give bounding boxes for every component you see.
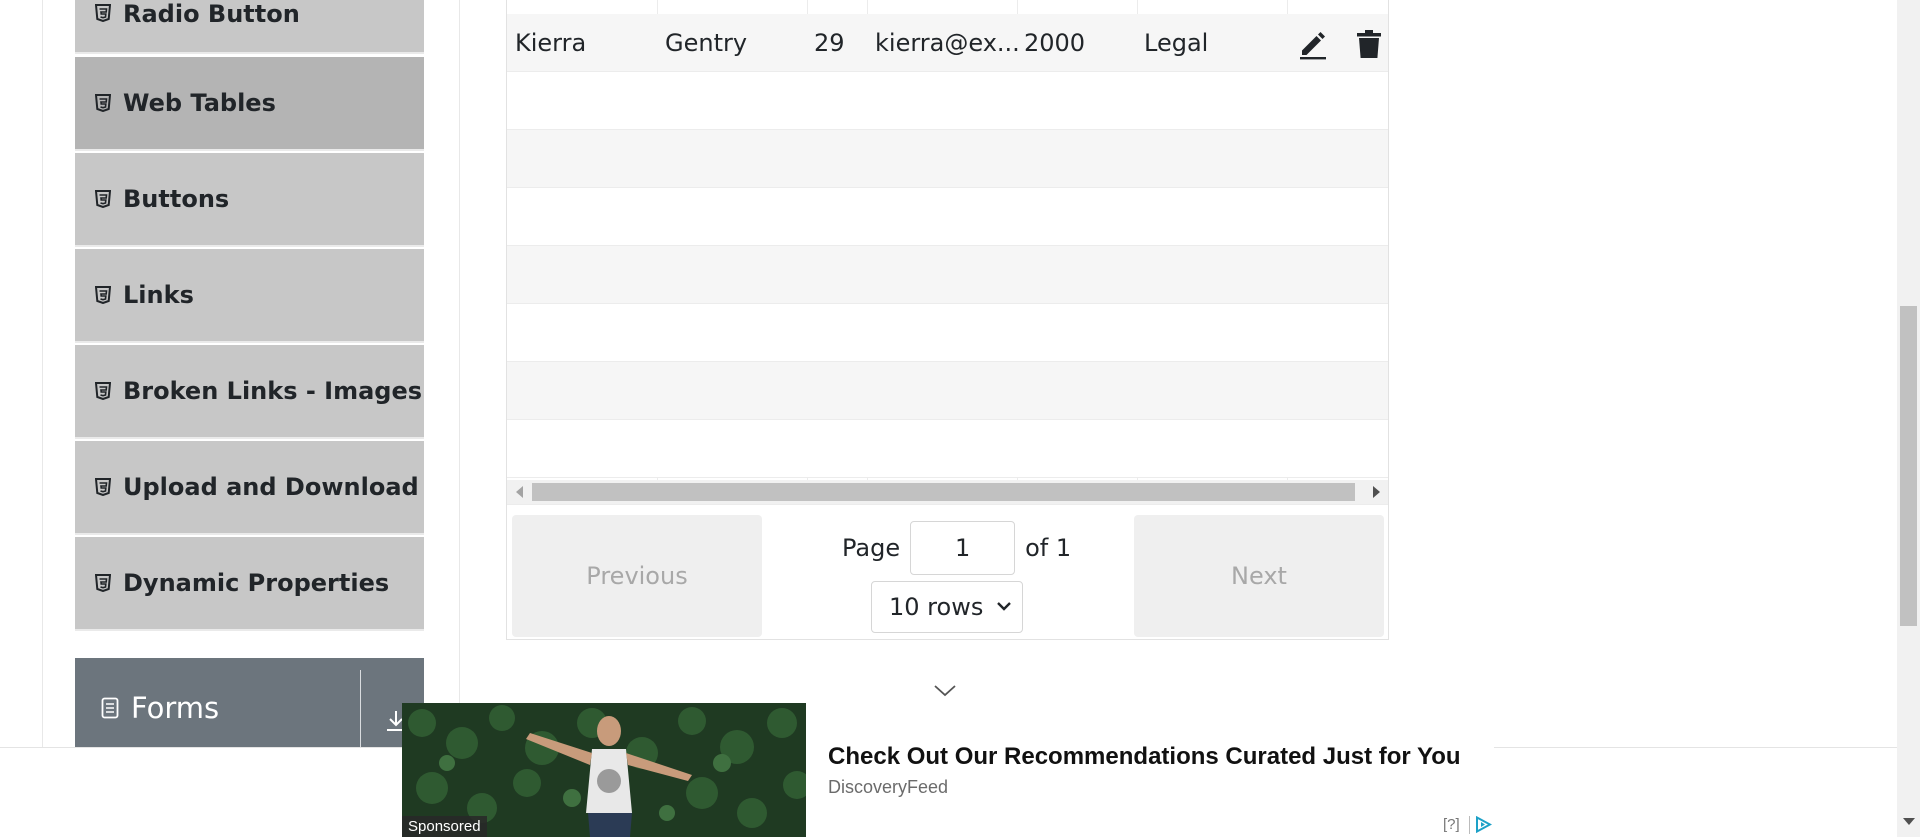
table-row-empty xyxy=(507,420,1388,478)
ad-help-link[interactable]: [?] xyxy=(1443,816,1460,833)
cell-salary: 2000 xyxy=(1024,29,1086,57)
sidebar-item-links[interactable]: Links xyxy=(75,249,424,343)
trash-icon[interactable] xyxy=(1353,28,1385,60)
sidebar-divider xyxy=(459,0,460,747)
html5-icon xyxy=(95,190,111,208)
page-info: Page of 1 xyxy=(842,521,1071,575)
chevron-down-icon[interactable] xyxy=(933,682,957,698)
cell-email: kierra@ex... xyxy=(875,29,1020,57)
sidebar-item-label: Links xyxy=(123,281,194,309)
page-vertical-scrollbar[interactable] xyxy=(1897,0,1920,837)
sidebar-item-dynamic-properties[interactable]: Dynamic Properties xyxy=(75,537,424,631)
group-header-label: Forms xyxy=(131,691,220,725)
table-row-empty xyxy=(507,362,1388,420)
group-header-forms[interactable]: Forms xyxy=(75,658,424,750)
web-table: Kierra Gentry 29 kierra@ex... 2000 Legal… xyxy=(506,0,1389,640)
table-horizontal-scrollbar[interactable] xyxy=(507,480,1388,504)
table-row-empty xyxy=(507,188,1388,246)
table-row: Kierra Gentry 29 kierra@ex... 2000 Legal xyxy=(507,14,1388,72)
scroll-right-arrow[interactable] xyxy=(1373,486,1380,498)
rows-per-page-value: 10 rows xyxy=(889,593,984,621)
html5-icon xyxy=(95,94,111,112)
ad-source[interactable]: DiscoveryFeed xyxy=(828,777,948,798)
html5-icon xyxy=(95,286,111,304)
sidebar-item-label: Buttons xyxy=(123,185,230,213)
html5-icon xyxy=(95,478,111,496)
table-row-empty xyxy=(507,246,1388,304)
table-row-empty xyxy=(507,72,1388,130)
sidebar-item-web-tables[interactable]: Web Tables xyxy=(75,57,424,151)
page-number-input[interactable] xyxy=(910,521,1016,575)
previous-button[interactable]: Previous xyxy=(512,515,762,637)
sidebar-item-upload-and-download[interactable]: Upload and Download xyxy=(75,441,424,535)
sponsored-label: Sponsored xyxy=(402,816,487,837)
document-icon xyxy=(101,697,119,719)
page-label: Page xyxy=(842,534,901,562)
cell-age: 29 xyxy=(814,29,845,57)
scrollbar-thumb[interactable] xyxy=(1900,306,1917,626)
adchoices-icon[interactable] xyxy=(1475,816,1492,833)
page-total-label: of 1 xyxy=(1025,534,1072,562)
sidebar-item-label: Upload and Download xyxy=(123,473,419,501)
group-header-divider xyxy=(360,670,361,750)
pagination-bar: Previous Page of 1 10 rows Next xyxy=(507,504,1388,639)
sponsored-ad[interactable]: Sponsored Check Out Our Recommendations … xyxy=(402,703,1494,837)
sidebar-item-label: Broken Links - Images xyxy=(123,377,423,405)
left-column-border xyxy=(42,0,43,747)
cell-department: Legal xyxy=(1144,29,1209,57)
sidebar-item-label: Web Tables xyxy=(123,89,276,117)
chevron-down-icon xyxy=(997,602,1011,611)
scroll-down-arrow[interactable] xyxy=(1903,818,1915,825)
ad-image[interactable]: Sponsored xyxy=(402,703,806,837)
rows-per-page-select[interactable]: 10 rows xyxy=(871,581,1023,633)
sidebar-item-buttons[interactable]: Buttons xyxy=(75,153,424,247)
table-row-empty xyxy=(507,304,1388,362)
ad-divider xyxy=(1469,816,1470,834)
scrollbar-thumb[interactable] xyxy=(532,483,1355,501)
pencil-icon[interactable] xyxy=(1297,28,1329,60)
cell-last-name: Gentry xyxy=(665,29,748,57)
sidebar-item-label: Radio Button xyxy=(123,0,300,28)
cell-first-name: Kierra xyxy=(515,29,587,57)
html5-icon xyxy=(95,574,111,592)
scroll-left-arrow[interactable] xyxy=(516,486,523,498)
sidebar-item-label: Dynamic Properties xyxy=(123,569,390,597)
table-row-empty xyxy=(507,130,1388,188)
sidebar-item-broken-links-images[interactable]: Broken Links - Images xyxy=(75,345,424,439)
html5-icon xyxy=(95,4,111,22)
html5-icon xyxy=(95,382,111,400)
ad-title[interactable]: Check Out Our Recommendations Curated Ju… xyxy=(828,743,1461,771)
next-button[interactable]: Next xyxy=(1134,515,1384,637)
sidebar-item-radio-button[interactable]: Radio Button xyxy=(75,0,424,54)
